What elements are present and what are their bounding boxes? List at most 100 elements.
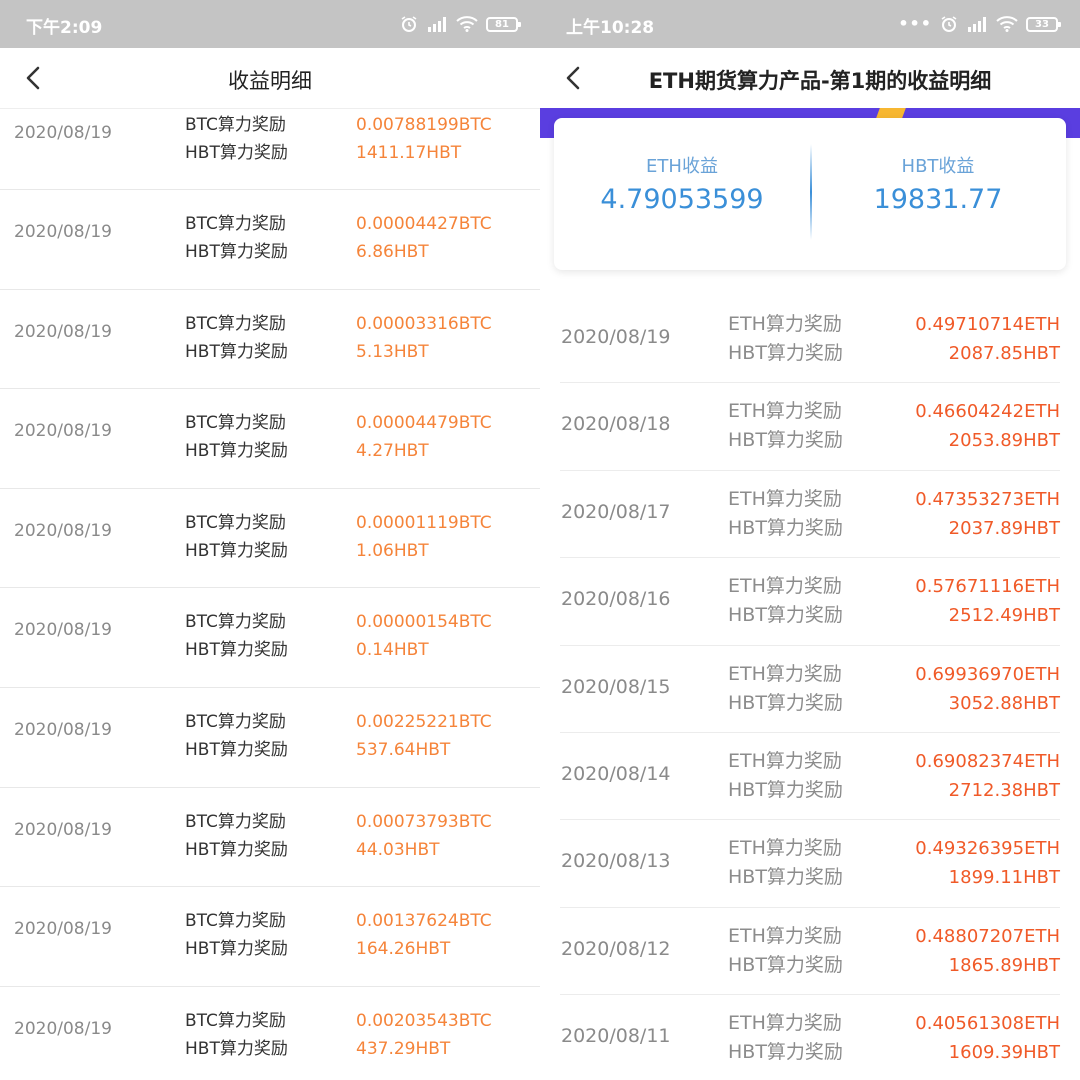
income-list: 2020/08/19 BTC算力奖励 0.00788199BTC HBT算力奖励 141… [0, 108, 540, 1080]
reward-value: 0.40561308ETH [915, 1013, 1060, 1035]
income-date: 2020/08/19 [14, 819, 112, 840]
wifi-icon [456, 16, 478, 32]
reward-label: HBT算力奖励 [185, 441, 288, 462]
reward-label: HBT算力奖励 [185, 839, 288, 860]
reward-label: BTC算力奖励 [185, 512, 286, 533]
status-time: 下午2:09 [26, 18, 103, 38]
reward-value: 0.00225221BTC [356, 711, 492, 732]
alarm-icon [941, 16, 957, 32]
income-date: 2020/08/19 [14, 1018, 112, 1039]
reward-value: 1411.17HBT [356, 143, 462, 163]
status-icons: 81 [400, 14, 521, 34]
reward-value: 0.00004479BTC [356, 413, 492, 434]
income-date: 2020/08/19 [14, 620, 112, 641]
reward-value: 164.26HBT [356, 939, 451, 960]
reward-label: BTC算力奖励 [185, 214, 286, 234]
list-item: 2020/08/19 ETH算力奖励 0.49710714ETH HBT算力奖励 208… [560, 296, 1060, 384]
list-item: 2020/08/19 BTC算力奖励 0.00788199BTC HBT算力奖励 141… [0, 108, 540, 190]
reward-value: 4.27HBT [356, 441, 429, 462]
list-item: 2020/08/19 BTC算力奖励 0.00073793BTC HBT算力奖励 44.… [0, 788, 540, 888]
reward-label: HBT算力奖励 [185, 242, 288, 262]
income-date: 2020/08/14 [561, 762, 671, 785]
list-item: 2020/08/19 BTC算力奖励 0.00203543BTC HBT算力奖励 437… [0, 987, 540, 1080]
battery-icon: 33 [1026, 16, 1061, 32]
eth-income-value: 4.79053599 [600, 184, 764, 215]
income-date: 2020/08/13 [561, 850, 671, 873]
income-date: 2020/08/19 [14, 919, 112, 940]
reward-label: BTC算力奖励 [185, 612, 286, 633]
page-title: ETH期货算力产品-第1期的收益明细 [648, 69, 992, 93]
reward-label: BTC算力奖励 [185, 115, 286, 135]
list-item: 2020/08/12 ETH算力奖励 0.48807207ETH HBT算力奖励 186… [560, 908, 1060, 996]
right-screen: 上午10:28 ••• 33 ETH期货算力产品-第1期的收益明细 ETH收益 … [540, 0, 1080, 1080]
reward-label: ETH算力奖励 [728, 924, 842, 947]
list-item: 2020/08/15 ETH算力奖励 0.69936970ETH HBT算力奖励 305… [560, 646, 1060, 733]
reward-label: HBT算力奖励 [728, 516, 843, 539]
list-item: 2020/08/19 BTC算力奖励 0.00004427BTC HBT算力奖励 6.8… [0, 190, 540, 290]
reward-value: 0.69936970ETH [915, 663, 1060, 685]
app-bar: 收益明细 [0, 48, 540, 108]
income-date: 2020/08/12 [561, 937, 671, 960]
reward-value: 0.00004427BTC [356, 214, 492, 234]
list-item: 2020/08/17 ETH算力奖励 0.47353273ETH HBT算力奖励 203… [560, 471, 1060, 559]
reward-label: HBT算力奖励 [185, 540, 288, 561]
reward-value: 0.48807207ETH [915, 925, 1060, 947]
income-date: 2020/08/19 [14, 222, 112, 242]
reward-label: HBT算力奖励 [728, 429, 843, 452]
income-date: 2020/08/18 [561, 413, 671, 436]
income-date: 2020/08/19 [14, 321, 112, 342]
status-bar: 下午2:09 81 [0, 0, 540, 48]
reward-value: 2712.38HBT [948, 779, 1060, 801]
reward-value: 0.47353273ETH [915, 488, 1060, 510]
reward-value: 0.00003316BTC [356, 313, 492, 334]
status-icons: ••• 33 [898, 14, 1061, 34]
reward-label: HBT算力奖励 [728, 342, 843, 364]
reward-value: 0.00788199BTC [356, 115, 492, 135]
reward-label: HBT算力奖励 [728, 1041, 843, 1064]
income-date: 2020/08/17 [561, 500, 671, 523]
reward-value: 0.57671116ETH [915, 576, 1060, 598]
reward-label: BTC算力奖励 [185, 911, 286, 932]
list-item: 2020/08/11 ETH算力奖励 0.40561308ETH HBT算力奖励 160… [560, 995, 1060, 1080]
income-date: 2020/08/19 [14, 520, 112, 541]
list-item: 2020/08/19 BTC算力奖励 0.00003316BTC HBT算力奖励 5.1… [0, 290, 540, 390]
signal-icon [968, 17, 986, 32]
reward-value: 1899.11HBT [948, 867, 1060, 889]
list-item: 2020/08/19 BTC算力奖励 0.00001119BTC HBT算力奖励 1.0… [0, 489, 540, 589]
list-item: 2020/08/16 ETH算力奖励 0.57671116ETH HBT算力奖励 251… [560, 558, 1060, 646]
reward-value: 2053.89HBT [948, 430, 1060, 452]
reward-label: HBT算力奖励 [185, 1038, 288, 1059]
reward-label: HBT算力奖励 [728, 691, 843, 714]
list-item: 2020/08/19 BTC算力奖励 0.00137624BTC HBT算力奖励 164… [0, 887, 540, 987]
list-item: 2020/08/19 BTC算力奖励 0.00004479BTC HBT算力奖励 4.2… [0, 389, 540, 489]
reward-value: 2087.85HBT [948, 343, 1060, 364]
more-dots-icon: ••• [898, 14, 932, 33]
list-item: 2020/08/14 ETH算力奖励 0.69082374ETH HBT算力奖励 271… [560, 733, 1060, 821]
income-summary-card: ETH收益 4.79053599 HBT收益 19831.77 [554, 118, 1066, 270]
reward-label: BTC算力奖励 [185, 711, 286, 732]
reward-value: 1865.89HBT [948, 954, 1060, 976]
reward-value: 0.49326395ETH [915, 838, 1060, 860]
signal-icon [428, 17, 446, 32]
left-screen: 下午2:09 81 收益明细 2020/08/19 BTC算力奖励 0.0078… [0, 0, 540, 1080]
reward-value: 0.46604242ETH [915, 401, 1060, 423]
reward-label: ETH算力奖励 [728, 662, 842, 685]
reward-value: 0.69082374ETH [915, 750, 1060, 772]
reward-label: HBT算力奖励 [728, 866, 843, 889]
reward-label: ETH算力奖励 [728, 749, 842, 772]
reward-value: 1.06HBT [356, 540, 429, 561]
reward-label: HBT算力奖励 [728, 604, 843, 627]
reward-value: 537.64HBT [356, 739, 451, 760]
reward-value: 5.13HBT [356, 341, 429, 362]
eth-summary: ETH收益 4.79053599 [554, 118, 810, 270]
list-item: 2020/08/13 ETH算力奖励 0.49326395ETH HBT算力奖励 189… [560, 820, 1060, 908]
reward-label: HBT算力奖励 [185, 640, 288, 661]
alarm-icon [401, 16, 417, 32]
battery-icon: 81 [486, 16, 521, 32]
reward-value: 0.00001119BTC [356, 512, 492, 533]
list-item: 2020/08/19 BTC算力奖励 0.00225221BTC HBT算力奖励 537… [0, 688, 540, 788]
banner-decoration [876, 108, 906, 118]
reward-label: HBT算力奖励 [185, 939, 288, 960]
reward-label: ETH算力奖励 [728, 487, 842, 510]
reward-value: 0.14HBT [356, 640, 429, 661]
